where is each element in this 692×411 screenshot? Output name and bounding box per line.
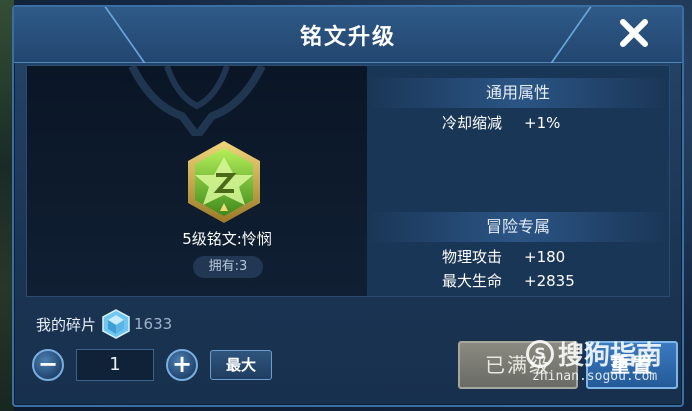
maxed-level-button[interactable]: 已满级: [458, 341, 578, 389]
stat-row-physical-attack: 物理攻击 +180: [442, 246, 565, 267]
stat-name: 物理攻击: [442, 248, 503, 266]
dialog-title: 铭文升级: [299, 25, 396, 50]
attributes-pane: 通用属性 冷却缩减 +1% 冒险专属 物理攻击 +180 最大生命 +2835: [367, 66, 669, 296]
green-hexagon-rune-icon: [188, 141, 260, 223]
rune-display-pane: 5级铭文:怜悯 拥有:3: [27, 66, 367, 296]
blue-crystal-icon: [102, 309, 130, 339]
adventure-attributes-header: 冒险专属: [367, 212, 669, 242]
title-bar: 铭文升级: [14, 7, 682, 63]
quantity-input[interactable]: 1: [76, 349, 154, 381]
rune-upgrade-dialog: 铭文升级 5级铭文:怜悯 拥有:3 通用属性 冷却缩减 +1% 冒险专属 物理攻…: [12, 5, 684, 407]
rune-name: 5级铭文:怜悯: [182, 230, 272, 248]
owned-count-badge: 拥有:3: [193, 256, 263, 278]
close-button[interactable]: [616, 15, 652, 51]
increase-button[interactable]: +: [166, 349, 198, 381]
emblem-decoration-icon: [128, 66, 266, 136]
max-button[interactable]: 最大: [210, 350, 272, 380]
shards-label: 我的碎片: [36, 315, 97, 334]
reset-button[interactable]: 重置: [586, 341, 678, 389]
quantity-controls: − 1 + 最大: [32, 347, 272, 383]
close-icon: [620, 19, 648, 47]
stat-row-max-health: 最大生命 +2835: [442, 270, 575, 291]
shards-count: 1633: [134, 315, 173, 333]
stat-name: 冷却缩减: [442, 114, 503, 132]
stat-row-cooldown: 冷却缩减 +1%: [442, 112, 560, 133]
decrease-button[interactable]: −: [32, 349, 64, 381]
stat-name: 最大生命: [442, 272, 503, 290]
stat-value: +1%: [524, 114, 561, 132]
stat-value: +180: [524, 248, 566, 266]
my-shards: 我的碎片 1633: [36, 309, 172, 339]
stat-value: +2835: [524, 272, 575, 290]
rune-info-panel: 5级铭文:怜悯 拥有:3 通用属性 冷却缩减 +1% 冒险专属 物理攻击 +180 …: [26, 65, 670, 297]
general-attributes-header: 通用属性: [367, 78, 669, 108]
